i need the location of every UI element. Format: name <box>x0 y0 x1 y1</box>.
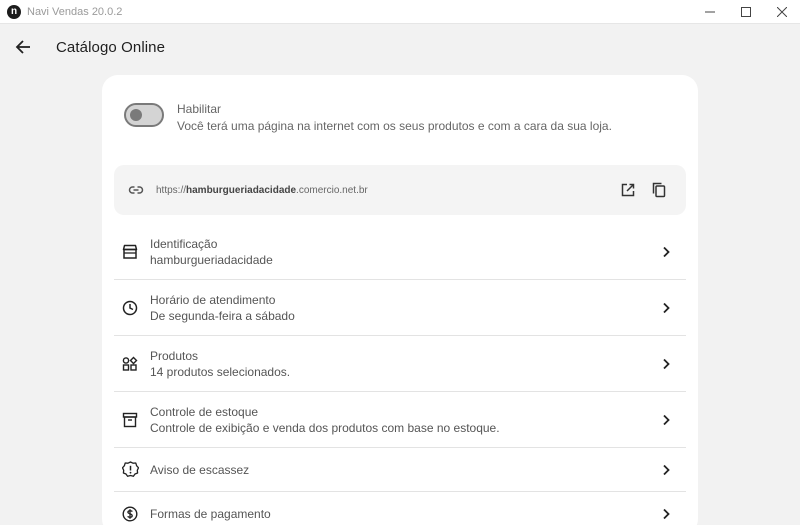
list-item-produtos[interactable]: Produtos 14 produtos selecionados. <box>114 336 686 392</box>
minimize-button[interactable] <box>692 0 728 24</box>
item-title: Horário de atendimento <box>150 292 276 307</box>
item-subtitle: Controle de exibição e venda dos produto… <box>150 420 500 435</box>
window-title: Navi Vendas 20.0.2 <box>27 5 123 18</box>
maximize-icon <box>741 6 751 17</box>
enable-title: Habilitar <box>177 102 222 116</box>
page-title: Catálogo Online <box>56 38 166 56</box>
products-icon <box>120 354 140 374</box>
window-titlebar: n Navi Vendas 20.0.2 <box>0 0 800 24</box>
url-domain: hamburgueriadacidade <box>186 184 297 196</box>
item-text: Horário de atendimento De segunda-feira … <box>150 292 295 324</box>
list-item-identificacao[interactable]: Identificação hamburgueriadacidade <box>114 224 686 280</box>
item-text: Produtos 14 produtos selecionados. <box>150 348 290 380</box>
arrow-left-icon <box>15 40 30 54</box>
enable-toggle[interactable] <box>124 103 164 127</box>
url-actions <box>608 179 670 201</box>
catalog-url[interactable]: https://hamburgueriadacidade.comercio.ne… <box>156 185 368 196</box>
list-item-escassez[interactable]: Aviso de escassez <box>114 448 686 492</box>
chevron-right-icon <box>658 356 674 372</box>
chevron-right-icon <box>658 506 674 522</box>
alert-icon <box>120 460 140 480</box>
close-icon <box>777 6 787 17</box>
item-title: Aviso de escassez <box>150 462 250 477</box>
item-subtitle: hamburgueriadacidade <box>150 252 273 267</box>
list-item-estoque[interactable]: Controle de estoque Controle de exibição… <box>114 392 686 448</box>
chevron-right-icon <box>658 412 674 428</box>
close-window-button[interactable] <box>764 0 800 24</box>
maximize-button[interactable] <box>728 0 764 24</box>
catalog-card: Habilitar Você terá uma página na intern… <box>102 75 698 525</box>
item-text: Identificação hamburgueriadacidade <box>150 236 273 268</box>
clock-icon <box>120 298 140 318</box>
copy-icon <box>652 182 666 198</box>
item-title: Formas de pagamento <box>150 507 271 521</box>
item-text: Controle de estoque Controle de exibição… <box>150 404 500 436</box>
settings-list: Identificação hamburgueriadacidade Horár… <box>114 224 686 525</box>
open-external-icon <box>621 183 635 197</box>
toggle-knob <box>130 109 142 121</box>
list-item-horario[interactable]: Horário de atendimento De segunda-feira … <box>114 280 686 336</box>
enable-description: Você terá uma página na internet com os … <box>177 119 612 133</box>
page-header: Catálogo Online <box>0 24 800 70</box>
app-logo-icon: n <box>7 4 21 19</box>
enable-section: Habilitar Você terá uma página na intern… <box>124 101 678 141</box>
chevron-right-icon <box>658 462 674 478</box>
url-prefix: https:// <box>156 184 187 196</box>
back-button[interactable] <box>12 36 34 58</box>
enable-text: Habilitar Você terá uma página na intern… <box>177 101 612 135</box>
item-subtitle: 14 produtos selecionados. <box>150 364 291 379</box>
item-subtitle: De segunda-feira a sábado <box>150 308 295 323</box>
item-text: Aviso de escassez <box>150 462 249 478</box>
copy-url-button[interactable] <box>648 179 670 201</box>
minimize-icon <box>705 11 715 12</box>
url-suffix: .comercio.net.br <box>296 184 368 196</box>
item-title: Produtos <box>150 348 199 363</box>
item-text: Formas de pagamento <box>150 506 271 522</box>
chevron-right-icon <box>658 244 674 260</box>
catalog-url-box: https://hamburgueriadacidade.comercio.ne… <box>114 165 686 215</box>
window-controls <box>692 0 800 24</box>
item-title: Controle de estoque <box>150 404 259 419</box>
chevron-right-icon <box>658 300 674 316</box>
store-icon <box>120 242 140 262</box>
dollar-icon <box>120 504 140 524</box>
open-external-button[interactable] <box>617 179 639 201</box>
archive-icon <box>120 410 140 430</box>
link-icon <box>126 180 146 200</box>
item-title: Identificação <box>150 236 218 251</box>
list-item-pagamento[interactable]: Formas de pagamento <box>114 492 686 525</box>
